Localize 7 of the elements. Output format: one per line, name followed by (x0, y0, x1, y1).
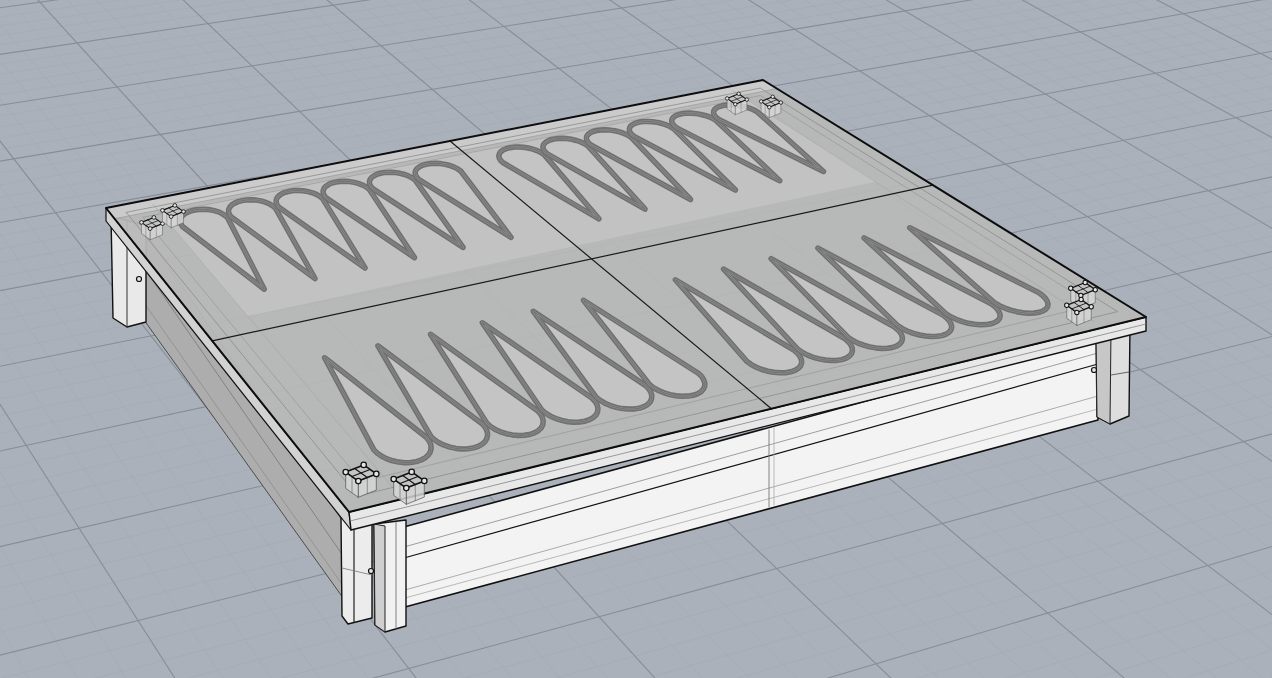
bracket-icon (1064, 296, 1094, 326)
bracket-icon (725, 91, 749, 115)
bracket-icon (759, 94, 783, 118)
bracket-icon (390, 468, 428, 505)
bracket-icon (160, 203, 186, 228)
bracket-icon (342, 461, 380, 498)
bracket-icon (139, 215, 165, 240)
